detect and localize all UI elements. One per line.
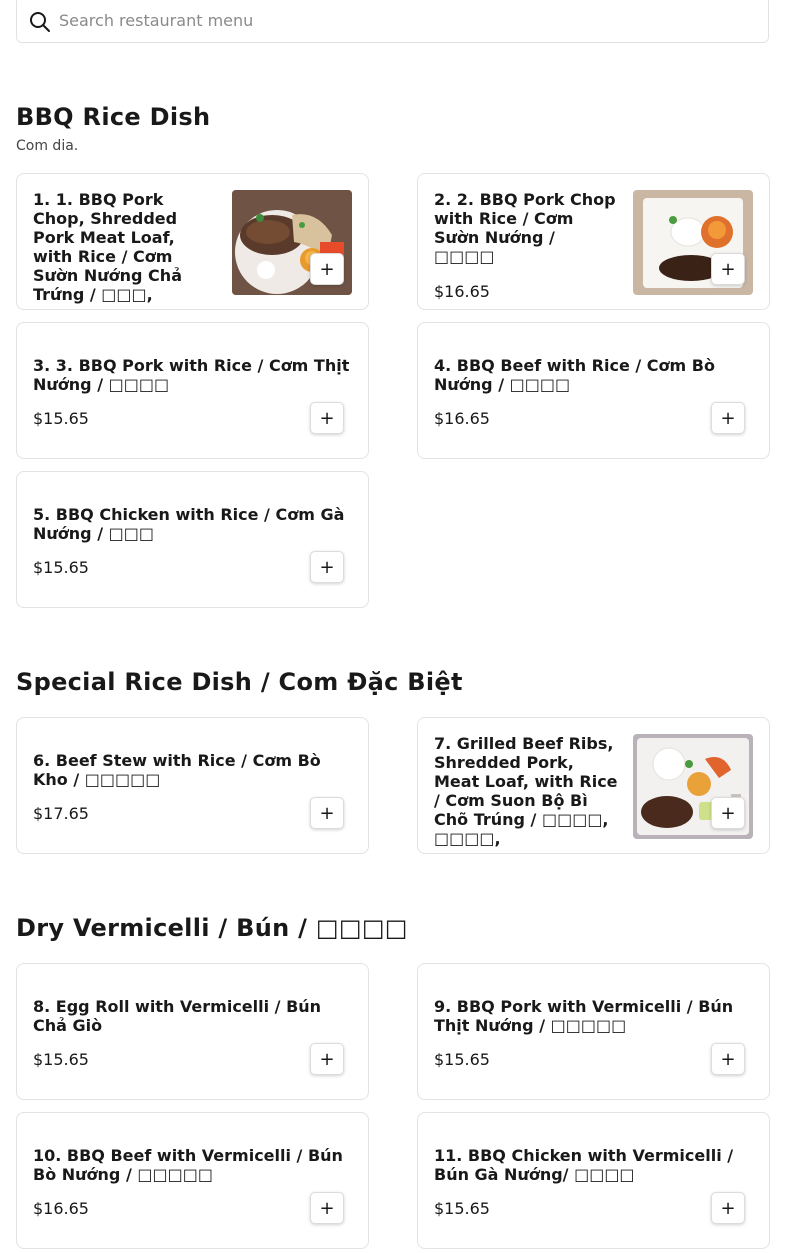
plus-icon: + <box>319 1048 335 1070</box>
menu-item-name: 7. Grilled Beef Ribs, Shredded Pork, Mea… <box>434 734 618 848</box>
menu-item-price: $15.65 <box>33 1050 89 1069</box>
menu-item-price: $16.65 <box>434 282 490 301</box>
add-to-cart-button[interactable]: + <box>310 253 344 285</box>
menu-item-name: 11. BBQ Chicken with Vermicelli / Bún Gà… <box>434 1146 734 1184</box>
menu-item-card[interactable]: 5. BBQ Chicken with Rice / Cơm Gà Nướng … <box>16 471 369 608</box>
plus-icon: + <box>720 258 736 280</box>
menu-item-price: $16.65 <box>434 409 490 428</box>
menu-item-name: 10. BBQ Beef with Vermicelli / Bún Bò Nư… <box>33 1146 343 1184</box>
plus-icon: + <box>319 407 335 429</box>
menu-item-card[interactable]: 7. Grilled Beef Ribs, Shredded Pork, Mea… <box>417 717 770 854</box>
plus-icon: + <box>720 802 736 824</box>
menu-item-name: 5. BBQ Chicken with Rice / Cơm Gà Nướng … <box>33 505 345 543</box>
search-icon <box>30 12 50 32</box>
section-title-dry-vermicelli: Dry Vermicelli / Bún / □□□□ <box>16 914 408 942</box>
menu-item-price: $15.65 <box>33 409 89 428</box>
menu-item-name: 6. Beef Stew with Rice / Cơm Bò Kho / □□… <box>33 751 321 789</box>
menu-item-name: 8. Egg Roll with Vermicelli / Bún Chả Gi… <box>33 997 322 1035</box>
menu-item-name: 1. 1. BBQ Pork Chop, Shredded Pork Meat … <box>33 190 182 307</box>
plus-icon: + <box>720 1197 736 1219</box>
menu-item-card[interactable]: 9. BBQ Pork with Vermicelli / Bún Thịt N… <box>417 963 770 1100</box>
add-to-cart-button[interactable]: + <box>711 797 745 829</box>
add-to-cart-button[interactable]: + <box>711 1192 745 1224</box>
plus-icon: + <box>319 258 335 280</box>
add-to-cart-button[interactable]: + <box>711 253 745 285</box>
menu-item-card[interactable]: 8. Egg Roll with Vermicelli / Bún Chả Gi… <box>16 963 369 1100</box>
menu-item-card[interactable]: 10. BBQ Beef with Vermicelli / Bún Bò Nư… <box>16 1112 369 1249</box>
add-to-cart-button[interactable]: + <box>310 1043 344 1075</box>
menu-item-price: $15.65 <box>33 558 89 577</box>
menu-item-name: 2. 2. BBQ Pork Chop with Rice / Cơm Sườn… <box>434 190 616 266</box>
menu-item-card[interactable]: 3. 3. BBQ Pork with Rice / Cơm Thịt Nướn… <box>16 322 369 459</box>
menu-item-name: 3. 3. BBQ Pork with Rice / Cơm Thịt Nướn… <box>33 356 350 394</box>
menu-item-price: $15.65 <box>434 1199 490 1218</box>
search-bar[interactable] <box>16 0 769 43</box>
menu-item-name: 9. BBQ Pork with Vermicelli / Bún Thịt N… <box>434 997 734 1035</box>
menu-item-card[interactable]: 11. BBQ Chicken with Vermicelli / Bún Gà… <box>417 1112 770 1249</box>
menu-item-price: $16.65 <box>33 1199 89 1218</box>
plus-icon: + <box>319 802 335 824</box>
menu-item-card[interactable]: 4. BBQ Beef with Rice / Cơm Bò Nướng / □… <box>417 322 770 459</box>
add-to-cart-button[interactable]: + <box>310 402 344 434</box>
menu-item-price: $17.65 <box>33 804 89 823</box>
add-to-cart-button[interactable]: + <box>310 797 344 829</box>
menu-item-card[interactable]: 1. 1. BBQ Pork Chop, Shredded Pork Meat … <box>16 173 369 310</box>
add-to-cart-button[interactable]: + <box>310 1192 344 1224</box>
add-to-cart-button[interactable]: + <box>310 551 344 583</box>
plus-icon: + <box>720 407 736 429</box>
section-subtitle-bbq-rice: Com dia. <box>16 138 79 154</box>
plus-icon: + <box>720 1048 736 1070</box>
menu-item-card[interactable]: 6. Beef Stew with Rice / Cơm Bò Kho / □□… <box>16 717 369 854</box>
search-input[interactable] <box>59 5 749 35</box>
add-to-cart-button[interactable]: + <box>711 402 745 434</box>
plus-icon: + <box>319 1197 335 1219</box>
menu-item-name: 4. BBQ Beef with Rice / Cơm Bò Nướng / □… <box>434 356 715 394</box>
add-to-cart-button[interactable]: + <box>711 1043 745 1075</box>
menu-item-card[interactable]: 2. 2. BBQ Pork Chop with Rice / Cơm Sườn… <box>417 173 770 310</box>
menu-item-price: $15.65 <box>434 1050 490 1069</box>
section-title-bbq-rice: BBQ Rice Dish <box>16 103 211 131</box>
section-title-special-rice: Special Rice Dish / Com Đặc Biệt <box>16 668 463 696</box>
plus-icon: + <box>319 556 335 578</box>
